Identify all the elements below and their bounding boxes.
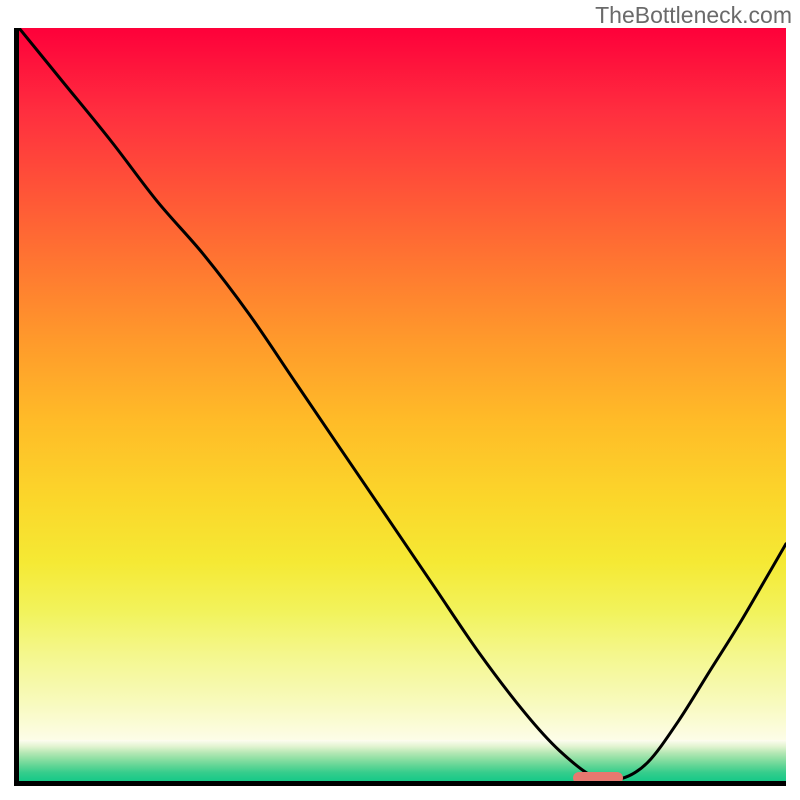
plot-area <box>14 28 786 786</box>
bottleneck-curve <box>19 28 786 781</box>
curve-svg <box>19 28 786 781</box>
optimal-marker <box>573 772 623 783</box>
watermark-text: TheBottleneck.com <box>595 2 792 29</box>
chart-container: TheBottleneck.com <box>0 0 800 800</box>
